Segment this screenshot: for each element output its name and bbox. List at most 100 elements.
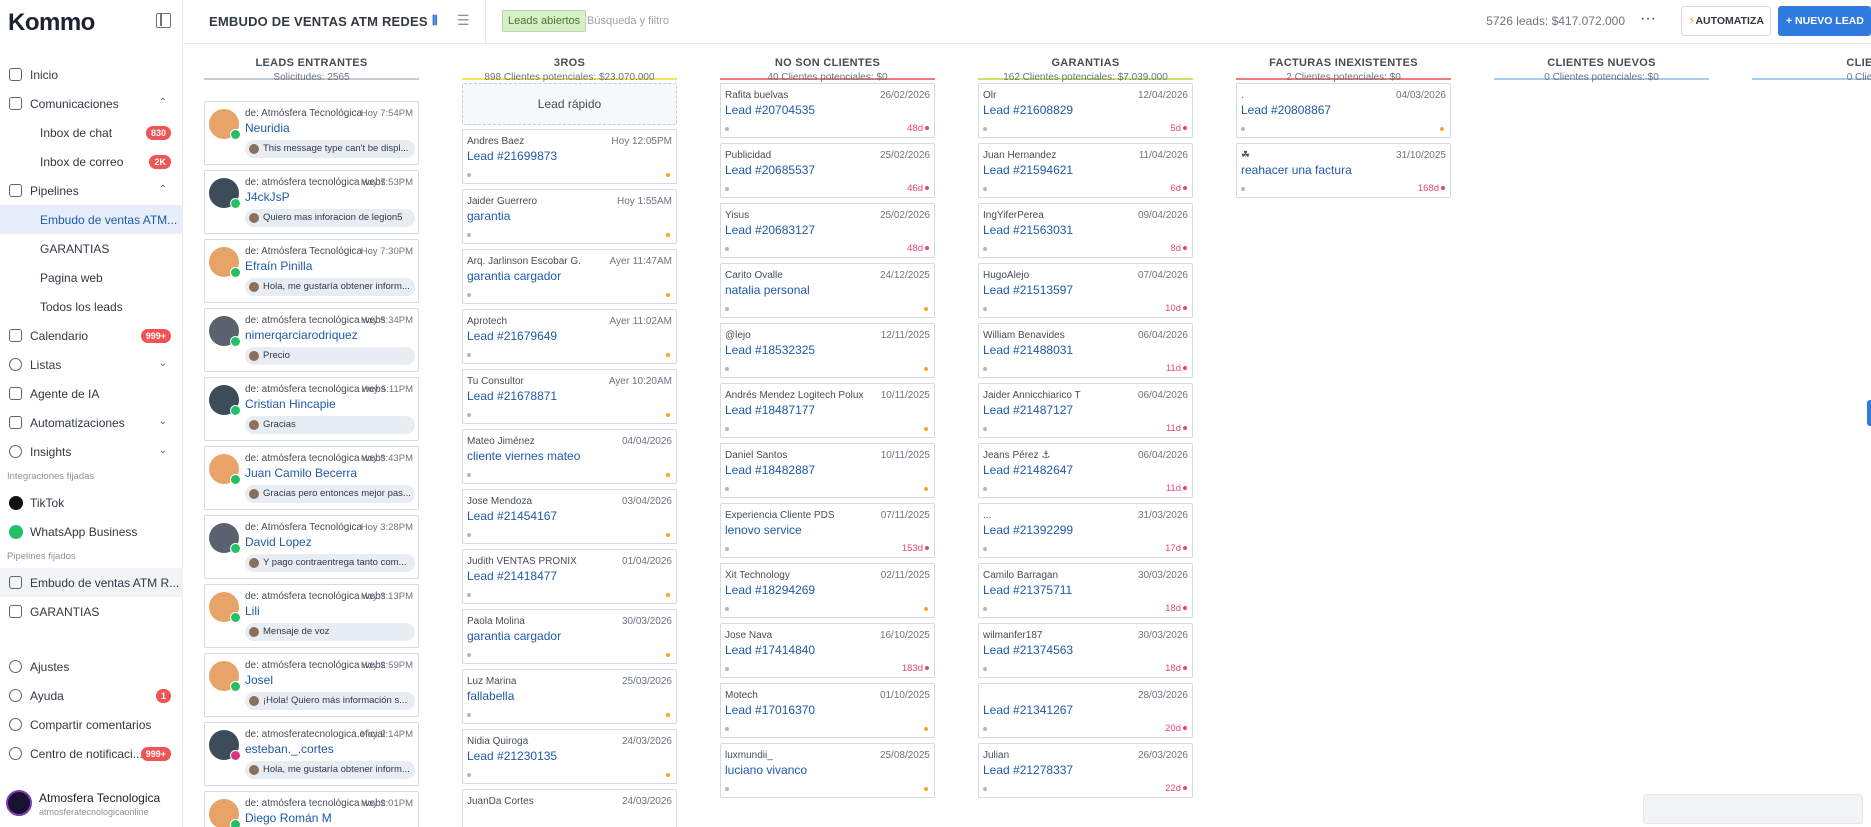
lead-card[interactable]: luxmundii_ 25/08/2025 luciano vivanco <box>720 743 935 798</box>
contact-name[interactable]: Juan Camilo Becerra <box>245 466 357 480</box>
lead-name[interactable]: Lead #21678871 <box>467 389 557 403</box>
automate-button[interactable]: ⚡AUTOMATIZA <box>1681 6 1771 36</box>
lead-card[interactable]: Xit Technology 02/11/2025 Lead #18294269 <box>720 563 935 618</box>
sidebar-bottom-1[interactable]: Ayuda 1 <box>0 681 183 710</box>
sidebar-bottom-3[interactable]: Centro de notificaci... 999+ <box>0 739 183 768</box>
incoming-lead-card[interactable]: de: atmósfera tecnológica webs Hoy 2:01PM… <box>204 791 419 827</box>
contact-name[interactable]: Neuridia <box>245 121 290 135</box>
lead-card[interactable]: Jaider Annicchiarico T 06/04/2026 Lead #21… <box>978 383 1193 438</box>
lead-card[interactable]: 28/03/2026 Lead #21341267 20d <box>978 683 1193 738</box>
lead-name[interactable]: Lead #18532325 <box>725 343 815 357</box>
lead-name[interactable]: natalia personal <box>725 283 810 297</box>
lead-name[interactable]: garantia cargador <box>467 629 561 643</box>
lead-card[interactable]: Julian 26/03/2026 Lead #21278337 22d <box>978 743 1193 798</box>
column-title[interactable]: CLIENTES NUEVOS <box>1494 57 1709 69</box>
lead-card[interactable]: ... 31/03/2026 Lead #21392299 17d <box>978 503 1193 558</box>
lead-card[interactable]: Tu Consultor Ayer 10:20AM Lead #21678871 <box>462 369 677 424</box>
lead-card[interactable]: IngYiferPerea 09/04/2026 Lead #21563031 8d <box>978 203 1193 258</box>
lead-name[interactable]: reahacer una factura <box>1241 163 1352 177</box>
search-input[interactable] <box>587 10 847 32</box>
incoming-lead-card[interactable]: de: Atmósfera Tecnológica Hoy 7:54PM Neuri… <box>204 101 419 165</box>
lead-card[interactable]: @lejo 12/11/2025 Lead #18532325 <box>720 323 935 378</box>
sidebar-item-7[interactable]: Pagina web <box>0 263 183 292</box>
lead-name[interactable]: Lead #21278337 <box>983 763 1073 777</box>
sidebar-item-9[interactable]: Calendario 999+ <box>0 321 183 350</box>
sidebar-item-11[interactable]: Agente de IA <box>0 379 183 408</box>
column-title[interactable]: LEADS ENTRANTES <box>204 57 419 69</box>
column-title[interactable]: NO SON CLIENTES <box>720 57 935 69</box>
lead-card[interactable]: Daniel Santos 10/11/2025 Lead #18482887 <box>720 443 935 498</box>
sidebar-pinned-pipeline-1[interactable]: GARANTIAS <box>0 597 183 626</box>
lead-name[interactable]: Lead #21699873 <box>467 149 557 163</box>
sidebar-item-0[interactable]: Inicio <box>0 60 183 89</box>
lead-name[interactable]: Lead #21482647 <box>983 463 1073 477</box>
kanban-view-icon[interactable]: ⦀ <box>432 13 438 29</box>
lead-card[interactable]: . 04/03/2026 Lead #20808867 <box>1236 83 1451 138</box>
sidebar-item-4[interactable]: Pipelines ⌃ <box>0 176 183 205</box>
incoming-lead-card[interactable]: de: atmósfera tecnológica webs Hoy 3:13PM… <box>204 584 419 648</box>
incoming-lead-card[interactable]: de: atmosferatecnologica.oficial Hoy 2:14… <box>204 722 419 786</box>
lead-name[interactable]: Lead #17414840 <box>725 643 815 657</box>
sidebar-item-8[interactable]: Todos los leads <box>0 292 183 321</box>
sidebar-item-12[interactable]: Automatizaciones ⌄ <box>0 408 183 437</box>
sidebar-item-1[interactable]: Comunicaciones ⌃ <box>0 89 183 118</box>
lead-card[interactable]: Camilo Barragan 30/03/2026 Lead #21375711 1… <box>978 563 1193 618</box>
lead-name[interactable]: Lead #18294269 <box>725 583 815 597</box>
lead-name[interactable]: cliente viernes mateo <box>467 449 580 463</box>
contact-name[interactable]: Josel <box>245 673 273 687</box>
lead-card[interactable]: Carito Ovalle 24/12/2025 natalia personal <box>720 263 935 318</box>
lead-name[interactable]: Lead #21341267 <box>983 703 1073 717</box>
chevron-icon[interactable]: ⌃ <box>159 184 167 195</box>
lead-card[interactable]: Mateo Jiménez 04/04/2026 cliente viernes m… <box>462 429 677 484</box>
lead-card[interactable]: Juan Hernandez 11/04/2026 Lead #21594621 6d <box>978 143 1193 198</box>
incoming-lead-card[interactable]: de: atmósfera tecnológica webs Hoy 5:11PM… <box>204 377 419 441</box>
lead-card[interactable]: Olr 12/04/2026 Lead #21608829 5d <box>978 83 1193 138</box>
lead-card[interactable]: Nidia Quiroga 24/03/2026 Lead #21230135 <box>462 729 677 784</box>
lead-card[interactable]: Motech 01/10/2025 Lead #17016370 <box>720 683 935 738</box>
lead-card[interactable]: Jose Mendoza 03/04/2026 Lead #21454167 <box>462 489 677 544</box>
incoming-lead-card[interactable]: de: Atmósfera Tecnológica Hoy 3:28PM David… <box>204 515 419 579</box>
sidebar-bottom-2[interactable]: Compartir comentarios <box>0 710 183 739</box>
user-profile[interactable]: Atmosfera Tecnologica atmosferatecnologi… <box>0 785 183 827</box>
lead-card[interactable]: ☘ 31/10/2025 reahacer una factura 168d <box>1236 143 1451 198</box>
incoming-lead-card[interactable]: de: atmósfera tecnológica webs Hoy 2:59PM… <box>204 653 419 717</box>
chevron-icon[interactable]: ⌄ <box>159 445 167 456</box>
sidebar-integration-0[interactable]: TikTok <box>0 488 183 517</box>
column-title[interactable]: GARANTIAS <box>978 57 1193 69</box>
incoming-lead-card[interactable]: de: Atmósfera Tecnológica Hoy 7:30PM Efraí… <box>204 239 419 303</box>
lead-card[interactable]: wilmanfer187 30/03/2026 Lead #21374563 18d <box>978 623 1193 678</box>
incoming-lead-card[interactable]: de: atmósfera tecnológica webs Hoy 3:43PM… <box>204 446 419 510</box>
contact-name[interactable]: David Lopez <box>245 535 312 549</box>
lead-name[interactable]: Lead #21513597 <box>983 283 1073 297</box>
incoming-lead-card[interactable]: de: atmósfera tecnológica webs Hoy 7:53PM… <box>204 170 419 234</box>
lead-card[interactable]: HugoAlejo 07/04/2026 Lead #21513597 10d <box>978 263 1193 318</box>
sidebar-item-13[interactable]: Insights ⌄ <box>0 437 183 466</box>
lead-name[interactable]: garantia cargador <box>467 269 561 283</box>
lead-card[interactable]: Rafita buelvas 26/02/2026 Lead #20704535 48… <box>720 83 935 138</box>
lead-name[interactable]: Lead #18487177 <box>725 403 815 417</box>
lead-name[interactable]: Lead #21487127 <box>983 403 1073 417</box>
lead-name[interactable]: Lead #20808867 <box>1241 103 1331 117</box>
lead-card[interactable]: Paola Molina 30/03/2026 garantia cargador <box>462 609 677 664</box>
lead-card[interactable]: Experiencia Cliente PDS 07/11/2025 lenovo … <box>720 503 935 558</box>
sidebar-item-3[interactable]: Inbox de correo 2K <box>0 147 183 176</box>
sidebar-integration-1[interactable]: WhatsApp Business <box>0 517 183 546</box>
lead-name[interactable]: Lead #21454167 <box>467 509 557 523</box>
contact-name[interactable]: Lili <box>245 604 260 618</box>
side-panel-tab[interactable] <box>1867 400 1871 426</box>
contact-name[interactable]: Efraín Pinilla <box>245 259 312 273</box>
lead-card[interactable]: William Benavides 06/04/2026 Lead #2148803… <box>978 323 1193 378</box>
sidebar-item-10[interactable]: Listas ⌄ <box>0 350 183 379</box>
lead-name[interactable]: Lead #21563031 <box>983 223 1073 237</box>
sidebar-item-2[interactable]: Inbox de chat 830 <box>0 118 183 147</box>
lead-name[interactable]: Lead #20685537 <box>725 163 815 177</box>
list-view-icon[interactable]: ☰ <box>457 12 470 29</box>
lead-card[interactable]: Publicidad 25/02/2026 Lead #20685537 46d <box>720 143 935 198</box>
contact-name[interactable]: nimerqarciarodriquez <box>245 328 358 342</box>
lead-name[interactable]: Lead #21608829 <box>983 103 1073 117</box>
lead-name[interactable]: Lead #18482887 <box>725 463 815 477</box>
horizontal-scrollbar[interactable] <box>1643 794 1863 824</box>
chevron-icon[interactable]: ⌄ <box>159 358 167 369</box>
lead-card[interactable]: Judith VENTAS PRONÍX 01/04/2026 Lead #2141… <box>462 549 677 604</box>
lead-card[interactable]: Jeans Pérez ⚓ 06/04/2026 Lead #21482647 11d <box>978 443 1193 498</box>
